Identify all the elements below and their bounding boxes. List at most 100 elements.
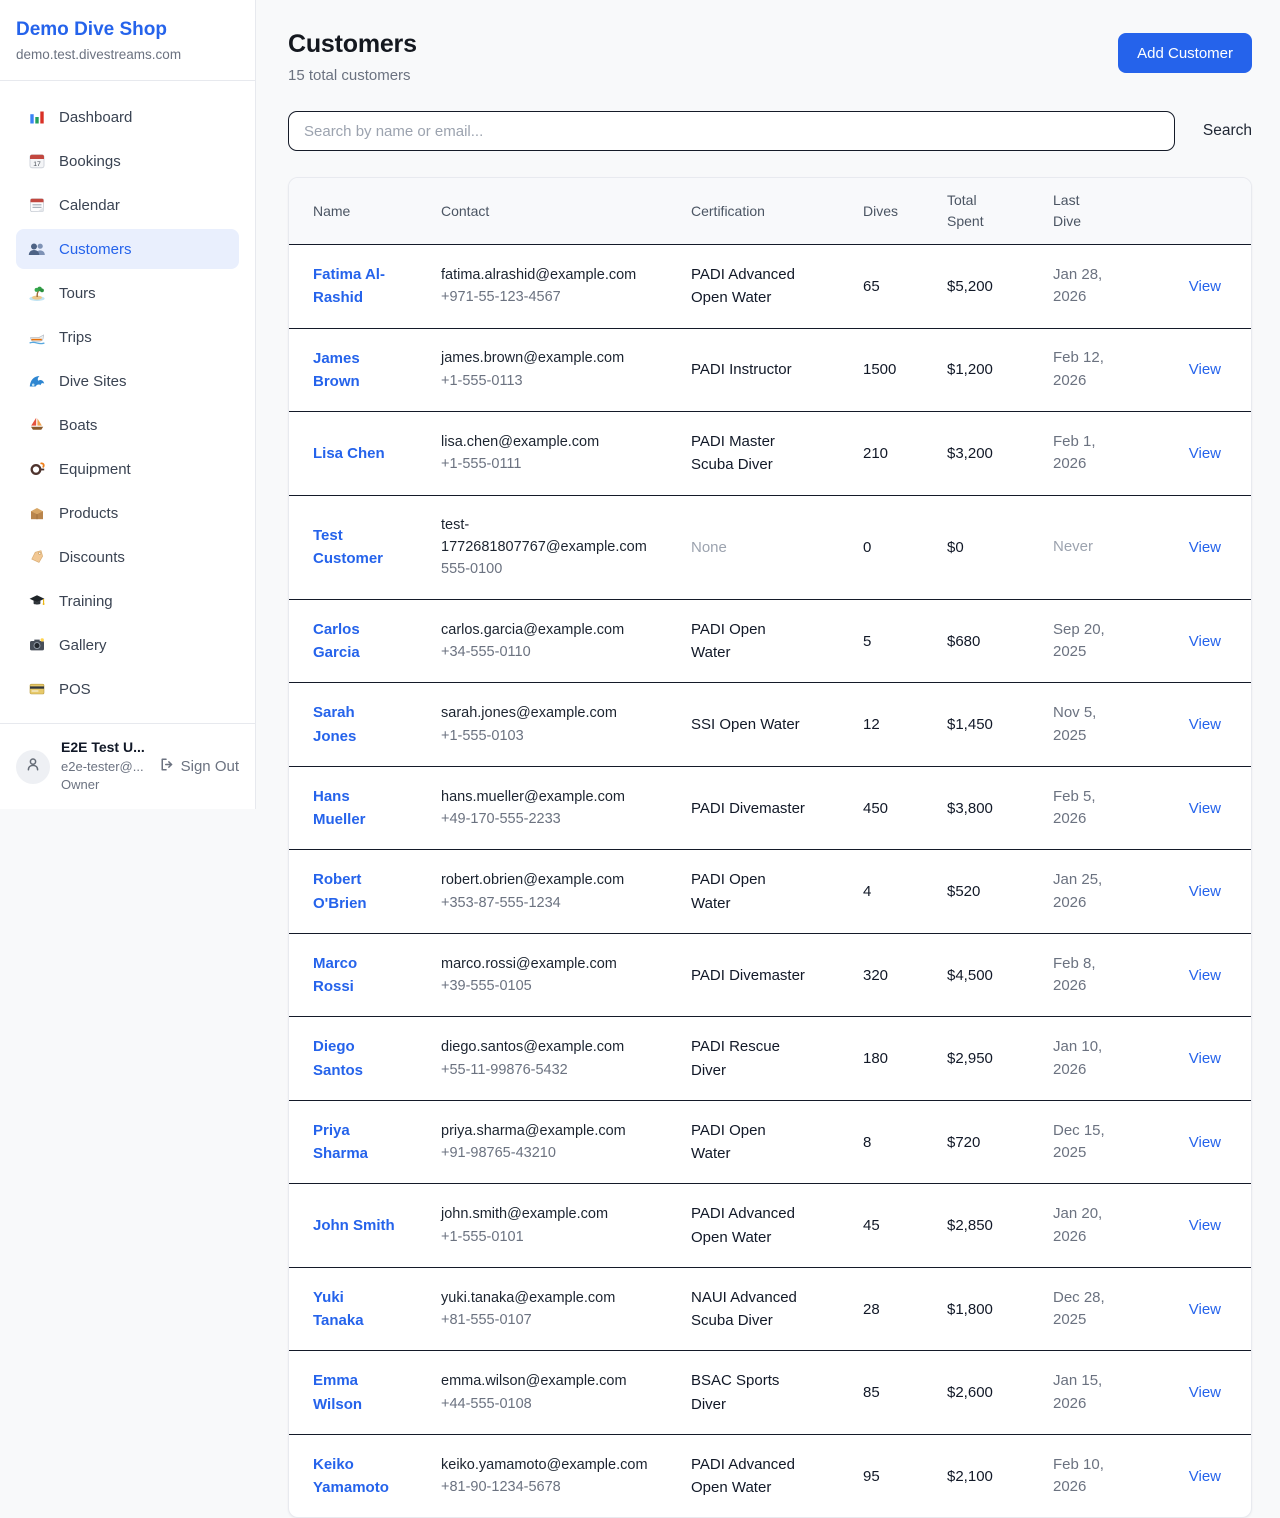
customer-total-spent: $3,200 xyxy=(935,412,1041,496)
view-link[interactable]: View xyxy=(1189,1217,1221,1234)
person-icon xyxy=(24,755,42,778)
customer-name-link[interactable]: Marco Rossi xyxy=(313,952,395,999)
customer-last-dive: Feb 12, 2026 xyxy=(1053,347,1111,392)
customer-phone: +39-555-0105 xyxy=(441,975,667,997)
view-link[interactable]: View xyxy=(1189,278,1221,295)
sidebar-item-boats[interactable]: Boats xyxy=(16,405,239,445)
add-customer-button[interactable]: Add Customer xyxy=(1118,33,1252,73)
sidebar-item-customers[interactable]: Customers xyxy=(16,229,239,269)
customer-certification: PADI Open Water xyxy=(691,1119,807,1166)
sidebar-item-discounts[interactable]: Discounts xyxy=(16,537,239,577)
customer-email: diego.santos@example.com xyxy=(441,1036,667,1058)
customer-email: lisa.chen@example.com xyxy=(441,431,667,453)
view-link[interactable]: View xyxy=(1189,967,1221,984)
customer-dives: 28 xyxy=(851,1267,935,1351)
sidebar-item-calendar[interactable]: Calendar xyxy=(16,185,239,225)
column-header-certification: Certification xyxy=(679,178,851,245)
customer-total-spent: $2,950 xyxy=(935,1017,1041,1101)
calendar-icon xyxy=(28,196,46,214)
sidebar-item-dive-sites[interactable]: Dive Sites xyxy=(16,361,239,401)
sidebar-item-equipment[interactable]: Equipment xyxy=(16,449,239,489)
user-name: E2E Test U... xyxy=(61,739,145,757)
customer-name-link[interactable]: Emma Wilson xyxy=(313,1369,395,1416)
sidebar-item-label: Equipment xyxy=(59,461,131,478)
tag-icon xyxy=(28,548,46,566)
table-row: Emma Wilson emma.wilson@example.com +44-… xyxy=(289,1351,1251,1435)
customer-dives: 8 xyxy=(851,1100,935,1184)
customer-phone: 555-0100 xyxy=(441,558,667,580)
customer-phone: +91-98765-43210 xyxy=(441,1142,667,1164)
view-link[interactable]: View xyxy=(1189,1468,1221,1485)
customer-name-link[interactable]: John Smith xyxy=(313,1214,395,1237)
customer-name-link[interactable]: Priya Sharma xyxy=(313,1119,395,1166)
customer-name-link[interactable]: Test Customer xyxy=(313,524,395,571)
customer-name-link[interactable]: Lisa Chen xyxy=(313,442,385,465)
customer-name-link[interactable]: Carlos Garcia xyxy=(313,618,395,665)
column-header-actions xyxy=(1149,178,1251,245)
sign-out-icon xyxy=(158,756,175,777)
view-link[interactable]: View xyxy=(1189,633,1221,650)
search-bar: Search xyxy=(288,111,1252,151)
view-link[interactable]: View xyxy=(1189,800,1221,817)
sidebar-item-tours[interactable]: Tours xyxy=(16,273,239,313)
view-link[interactable]: View xyxy=(1189,445,1221,462)
table-row: John Smith john.smith@example.com +1-555… xyxy=(289,1184,1251,1268)
sidebar-item-products[interactable]: Products xyxy=(16,493,239,533)
view-link[interactable]: View xyxy=(1189,1301,1221,1318)
sidebar-item-trips[interactable]: Trips xyxy=(16,317,239,357)
sidebar-item-dashboard[interactable]: Dashboard xyxy=(16,97,239,137)
page-header-text: Customers 15 total customers xyxy=(288,30,417,84)
sidebar-item-label: Trips xyxy=(59,329,92,346)
customer-certification: PADI Instructor xyxy=(691,358,792,381)
customer-dives: 210 xyxy=(851,412,935,496)
view-link[interactable]: View xyxy=(1189,716,1221,733)
customer-name-link[interactable]: James Brown xyxy=(313,347,395,394)
customer-phone: +81-555-0107 xyxy=(441,1309,667,1331)
view-link[interactable]: View xyxy=(1189,883,1221,900)
customer-name-link[interactable]: Sarah Jones xyxy=(313,701,395,748)
customer-last-dive: Feb 10, 2026 xyxy=(1053,1454,1111,1499)
sidebar-item-gallery[interactable]: Gallery xyxy=(16,625,239,665)
view-link[interactable]: View xyxy=(1189,539,1221,556)
view-link[interactable]: View xyxy=(1189,361,1221,378)
search-button[interactable]: Search xyxy=(1203,122,1252,140)
sign-out-button[interactable]: Sign Out xyxy=(158,756,239,777)
island-icon xyxy=(28,284,46,302)
shop-title: Demo Dive Shop xyxy=(16,19,239,41)
customer-name-link[interactable]: Fatima Al-Rashid xyxy=(313,263,395,310)
customer-name-link[interactable]: Keiko Yamamoto xyxy=(313,1453,395,1500)
sidebar-item-label: Training xyxy=(59,593,113,610)
sidebar-item-bookings[interactable]: 17 Bookings xyxy=(16,141,239,181)
sidebar-item-pos[interactable]: POS xyxy=(16,669,239,709)
table-row: James Brown james.brown@example.com +1-5… xyxy=(289,328,1251,412)
customer-certification: NAUI Advanced Scuba Diver xyxy=(691,1286,807,1333)
table-row: Keiko Yamamoto keiko.yamamoto@example.co… xyxy=(289,1434,1251,1517)
calendar-date-icon: 17 xyxy=(28,152,46,170)
customer-email: test-1772681807767@example.com xyxy=(441,514,667,559)
customer-name-link[interactable]: Robert O'Brien xyxy=(313,868,395,915)
view-link[interactable]: View xyxy=(1189,1134,1221,1151)
customer-phone: +49-170-555-2233 xyxy=(441,808,667,830)
customer-email: yuki.tanaka@example.com xyxy=(441,1287,667,1309)
page-title: Customers xyxy=(288,30,417,59)
sidebar-item-training[interactable]: Training xyxy=(16,581,239,621)
sign-out-label: Sign Out xyxy=(181,758,239,775)
customer-total-spent: $5,200 xyxy=(935,245,1041,329)
view-link[interactable]: View xyxy=(1189,1050,1221,1067)
customer-name-link[interactable]: Hans Mueller xyxy=(313,785,395,832)
table-header-row: Name Contact Certification Dives Total S… xyxy=(289,178,1251,245)
customer-dives: 12 xyxy=(851,683,935,767)
customer-last-dive: Jan 25, 2026 xyxy=(1053,869,1111,914)
view-link[interactable]: View xyxy=(1189,1384,1221,1401)
customer-dives: 5 xyxy=(851,599,935,683)
dive-mask-icon xyxy=(28,460,46,478)
user-panel: E2E Test U... e2e-tester@... Owner Sign … xyxy=(0,723,255,809)
customer-total-spent: $2,600 xyxy=(935,1351,1041,1435)
customer-phone: +34-555-0110 xyxy=(441,641,667,663)
customer-name-link[interactable]: Diego Santos xyxy=(313,1035,395,1082)
customer-name-link[interactable]: Yuki Tanaka xyxy=(313,1286,395,1333)
sidebar-nav: Dashboard 17 Bookings Calendar Customers… xyxy=(0,81,255,723)
table-row: Marco Rossi marco.rossi@example.com +39-… xyxy=(289,933,1251,1017)
customer-dives: 450 xyxy=(851,766,935,850)
search-input[interactable] xyxy=(288,111,1175,151)
